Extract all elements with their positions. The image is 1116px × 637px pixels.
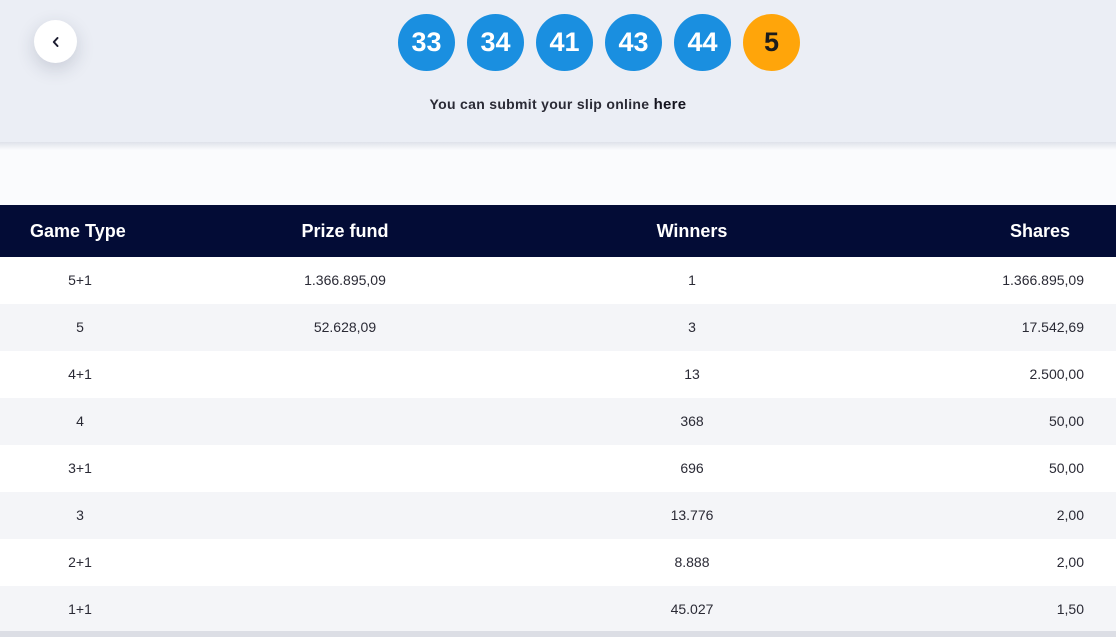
table-bottom-border [0, 631, 1116, 637]
table-row: 2+1 8.888 2,00 [0, 539, 1116, 586]
number-ball: 33 [398, 14, 455, 71]
table-row: 4 368 50,00 [0, 398, 1116, 445]
table-row: 1+1 45.027 1,50 [0, 586, 1116, 633]
number-ball: 34 [467, 14, 524, 71]
cell-shares: 1,50 [1056, 601, 1084, 617]
table-row: 4+1 13 2.500,00 [0, 351, 1116, 398]
header-shadow [0, 142, 1116, 150]
chevron-left-icon [51, 36, 61, 48]
cell-winners: 13.776 [670, 507, 714, 523]
header-shares: Shares [1009, 221, 1070, 241]
cell-shares: 50,00 [1048, 413, 1084, 429]
cell-prize-fund [265, 351, 425, 398]
cell-shares: 50,00 [1048, 460, 1084, 476]
header-game-type: Game Type [30, 221, 126, 241]
back-button[interactable] [34, 20, 77, 63]
cell-winners: 8.888 [674, 554, 710, 570]
cell-prize-fund [265, 539, 425, 586]
header-winners: Winners [656, 221, 728, 241]
number-ball: 41 [536, 14, 593, 71]
cell-shares: 2,00 [1056, 554, 1084, 570]
cell-shares: 17.542,69 [1021, 319, 1084, 335]
cell-shares: 2.500,00 [1029, 366, 1085, 382]
cell-game-type: 3 [76, 507, 84, 523]
table-row: 5+1 1.366.895,09 1 1.366.895,09 [0, 257, 1116, 304]
number-ball: 43 [605, 14, 662, 71]
submit-slip-text: You can submit your slip online here [0, 96, 1116, 113]
spacer [0, 150, 1116, 205]
table-header: Game Type Prize fund Winners Shares [0, 205, 1116, 257]
table-body: 5+1 1.366.895,09 1 1.366.895,09 5 52.628… [0, 257, 1116, 633]
cell-winners: 45.027 [670, 601, 714, 617]
cell-game-type: 2+1 [68, 554, 92, 570]
cell-prize-fund [265, 492, 425, 539]
cell-winners: 368 [680, 413, 704, 429]
cell-prize-fund: 1.366.895,09 [304, 272, 386, 288]
cell-game-type: 5 [76, 319, 84, 335]
table-row: 3+1 696 50,00 [0, 445, 1116, 492]
table-row: 5 52.628,09 3 17.542,69 [0, 304, 1116, 351]
cell-game-type: 5+1 [68, 272, 92, 288]
cell-game-type: 1+1 [68, 601, 92, 617]
header-prize-fund: Prize fund [301, 221, 389, 241]
cell-winners: 696 [680, 460, 704, 476]
cell-prize-fund [265, 445, 425, 492]
cell-winners: 3 [688, 319, 696, 335]
drawn-numbers: 33 34 41 43 44 5 [398, 14, 800, 71]
cell-winners: 1 [688, 272, 696, 288]
table-row: 3 13.776 2,00 [0, 492, 1116, 539]
cell-game-type: 4+1 [68, 366, 92, 382]
cell-winners: 13 [684, 366, 700, 382]
submit-slip-label: You can submit your slip online [429, 96, 654, 112]
cell-prize-fund [265, 398, 425, 445]
cell-shares: 2,00 [1056, 507, 1084, 523]
cell-game-type: 4 [76, 413, 84, 429]
cell-prize-fund [265, 586, 425, 633]
cell-game-type: 3+1 [68, 460, 92, 476]
prize-table: Game Type Prize fund Winners Shares 5+1 … [0, 205, 1116, 633]
bonus-ball: 5 [743, 14, 800, 71]
number-ball: 44 [674, 14, 731, 71]
cell-shares: 1.366.895,09 [1002, 272, 1084, 288]
submit-slip-link[interactable]: here [654, 96, 687, 113]
cell-prize-fund: 52.628,09 [313, 319, 377, 335]
